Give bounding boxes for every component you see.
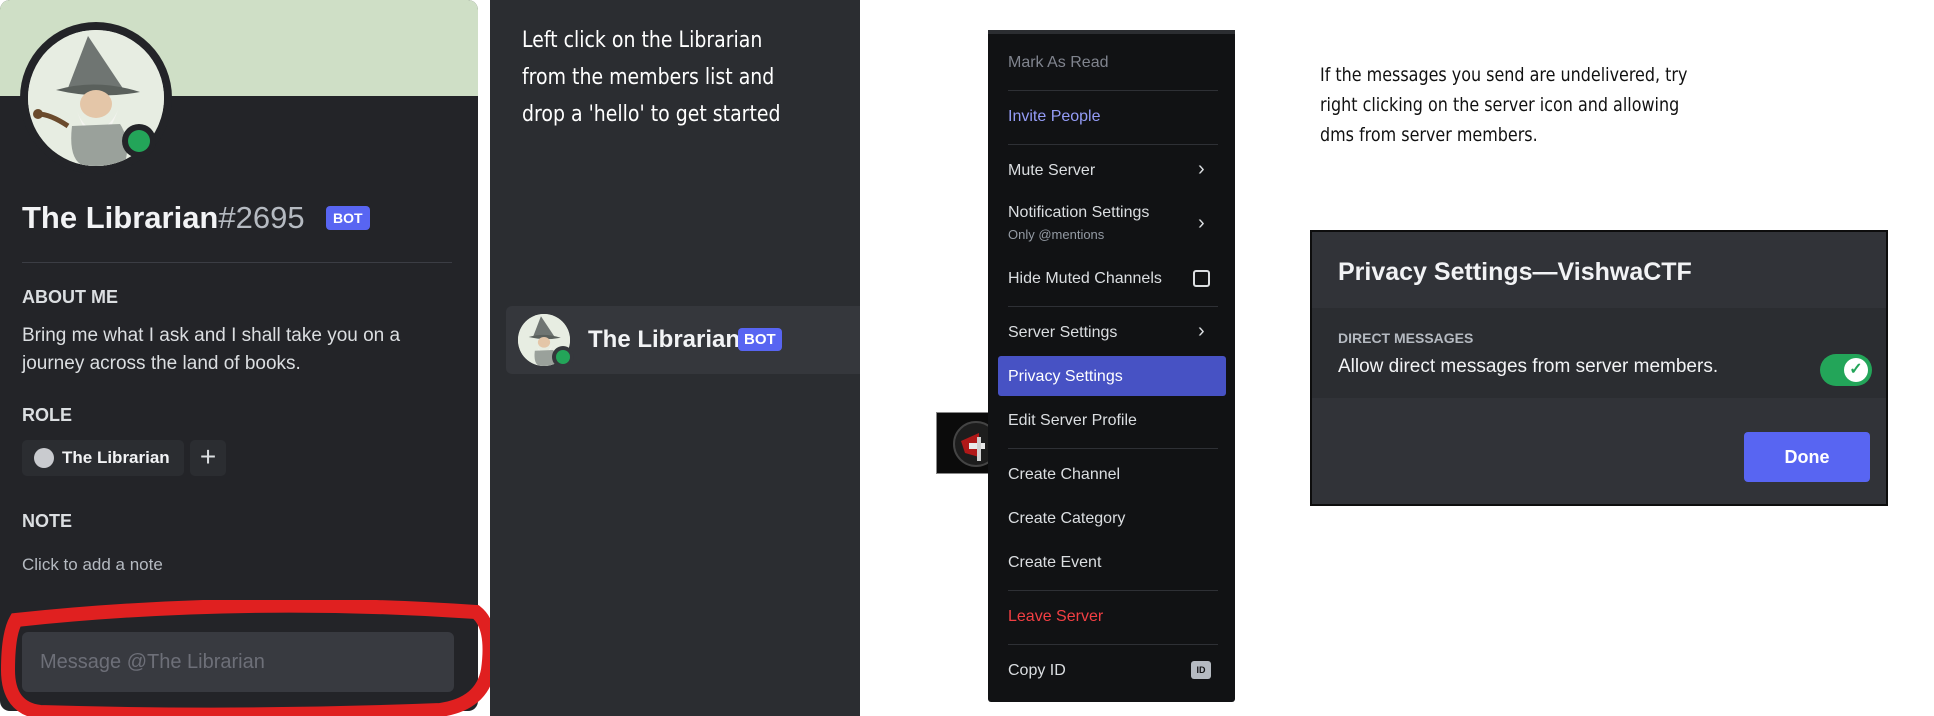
profile-divider	[22, 262, 452, 263]
bot-badge: BOT	[326, 206, 370, 230]
hint-text: If the messages you send are undelivered…	[1320, 60, 1688, 150]
menu-item-edit-server-profile[interactable]: Edit Server Profile	[1008, 412, 1137, 430]
menu-item-mark-as-read[interactable]: Mark As Read	[1008, 54, 1108, 72]
menu-item-mute-server[interactable]: Mute Server	[1008, 162, 1095, 180]
role-pill[interactable]: The Librarian	[22, 440, 184, 476]
add-role-button[interactable]: +	[190, 440, 226, 476]
menu-separator	[1008, 590, 1218, 591]
hint-line: right clicking on the server icon and al…	[1320, 94, 1680, 116]
menu-item-server-settings[interactable]: Server Settings	[1008, 324, 1117, 342]
menu-item-hide-muted-channels[interactable]: Hide Muted Channels	[1008, 270, 1162, 288]
about-me-text: Bring me what I ask and I shall take you…	[22, 325, 401, 374]
menu-top-edge	[988, 30, 1235, 34]
done-button[interactable]: Done	[1744, 432, 1870, 482]
notification-setting-value: Only @mentions	[1008, 227, 1105, 242]
menu-item-invite-people[interactable]: Invite People	[1008, 108, 1101, 126]
menu-item-create-category[interactable]: Create Category	[1008, 510, 1125, 528]
online-status-icon	[552, 346, 574, 368]
role-color-icon	[34, 448, 54, 468]
menu-separator	[1008, 644, 1218, 645]
modal-title: Privacy Settings—VishwaCTF	[1338, 258, 1692, 286]
allow-dms-label: Allow direct messages from server member…	[1338, 356, 1719, 377]
menu-separator	[1008, 306, 1218, 307]
menu-item-privacy-settings-label: Privacy Settings	[1008, 368, 1123, 385]
direct-messages-heading: DIRECT MESSAGES	[1338, 330, 1474, 346]
allow-dms-toggle[interactable]: ✓	[1820, 354, 1872, 386]
role-heading: ROLE	[22, 405, 73, 425]
about-me-heading: ABOUT ME	[22, 287, 118, 307]
note-field[interactable]: Click to add a note	[22, 555, 163, 575]
profile-username: The Librarian#2695	[22, 200, 305, 236]
modal-body	[1312, 308, 1886, 398]
role-name: The Librarian	[62, 448, 170, 467]
chevron-right-icon: ›	[1198, 158, 1205, 180]
server-context-menu: Mark As Read Invite People Mute Server ›…	[988, 30, 1235, 702]
instruction-line: drop a 'hello' to get started	[522, 102, 781, 127]
menu-item-copy-id[interactable]: Copy ID	[1008, 662, 1066, 680]
member-list-item[interactable]: The Librarian BOT	[506, 306, 860, 374]
menu-item-leave-server[interactable]: Leave Server	[1008, 608, 1103, 626]
menu-item-create-channel[interactable]: Create Channel	[1008, 466, 1120, 484]
menu-separator	[1008, 144, 1218, 145]
note-heading: NOTE	[22, 511, 73, 531]
menu-item-notification-settings[interactable]: Notification Settings	[1008, 204, 1149, 222]
hint-line: dms from server members.	[1320, 124, 1538, 146]
online-status-icon	[122, 124, 156, 158]
instruction-line: from the members list and	[522, 65, 775, 90]
menu-item-create-event[interactable]: Create Event	[1008, 554, 1101, 572]
message-input[interactable]	[22, 632, 454, 692]
profile-name-text: The Librarian	[22, 200, 219, 235]
privacy-settings-modal: Privacy Settings—VishwaCTF DIRECT MESSAG…	[1310, 230, 1888, 506]
chevron-right-icon: ›	[1198, 212, 1205, 234]
menu-separator	[1008, 90, 1218, 91]
chevron-right-icon: ›	[1198, 320, 1205, 342]
instruction-text: Left click on the Librarian from the mem…	[522, 22, 806, 133]
hide-muted-checkbox[interactable]	[1193, 270, 1210, 287]
checkmark-icon: ✓	[1844, 358, 1868, 382]
profile-discriminator: #2695	[218, 200, 305, 235]
id-icon: ID	[1191, 661, 1211, 679]
instruction-line: Left click on the Librarian	[522, 28, 763, 53]
menu-separator	[1008, 448, 1218, 449]
member-name: The Librarian	[588, 326, 741, 353]
bot-badge: BOT	[738, 328, 782, 351]
hint-line: If the messages you send are undelivered…	[1320, 64, 1688, 86]
profile-card: The Librarian#2695 BOT ABOUT ME Bring me…	[0, 0, 478, 711]
